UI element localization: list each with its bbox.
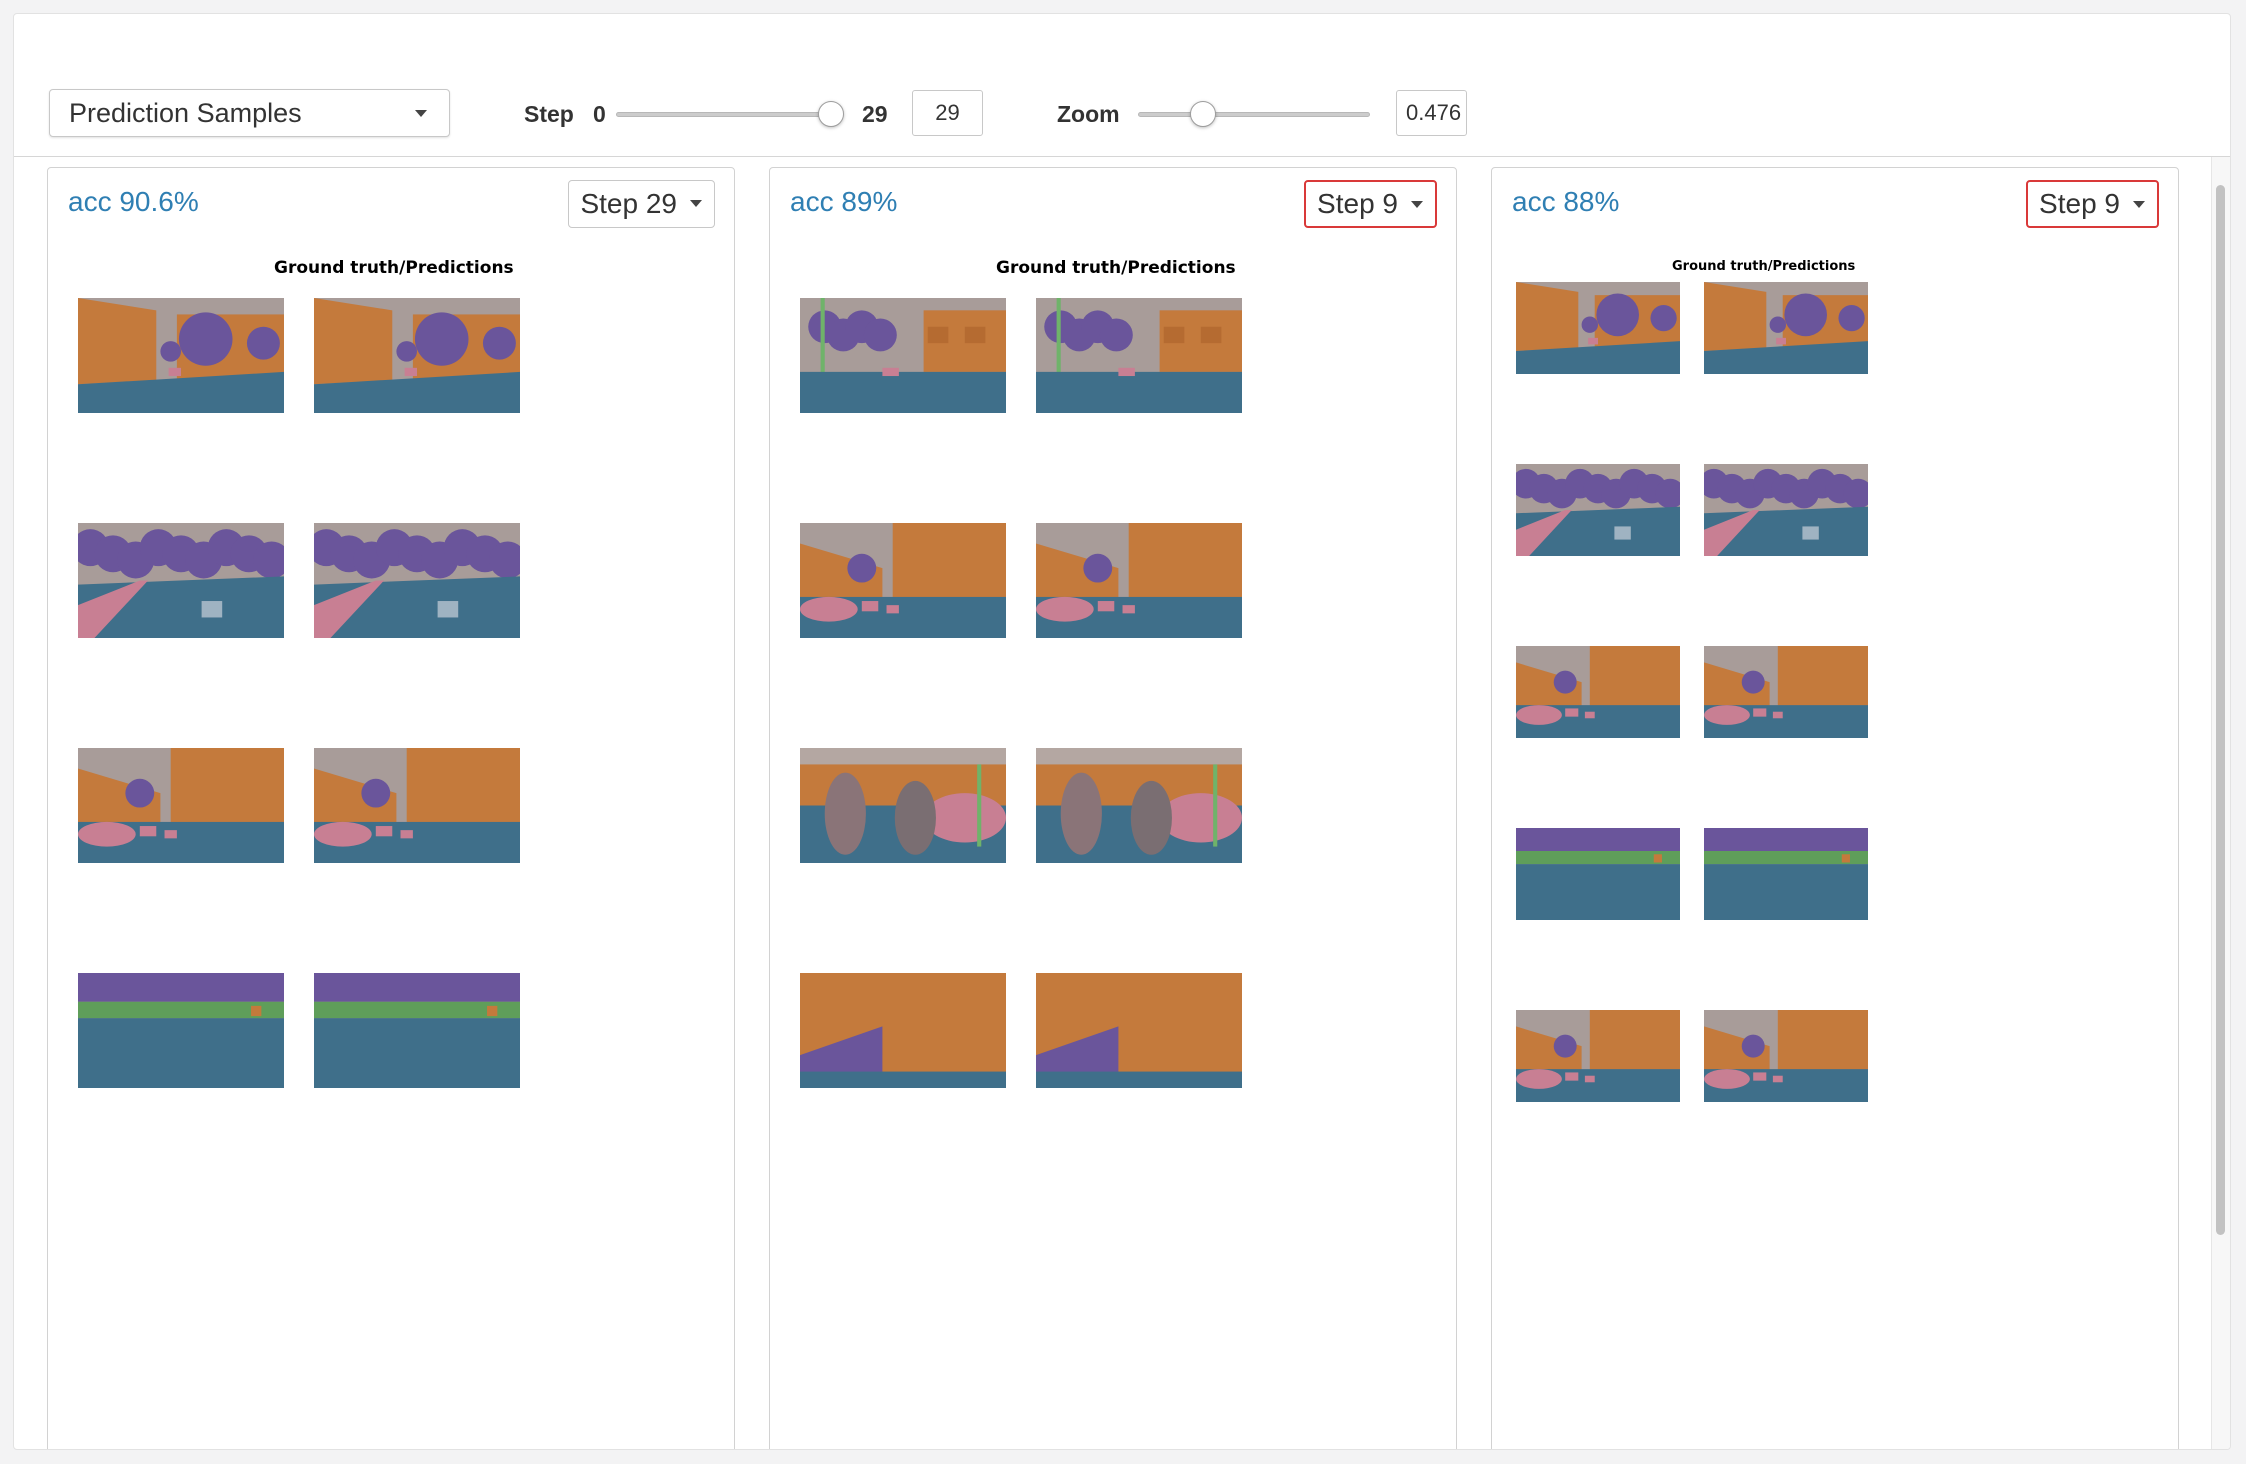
media-toolbar: Prediction Samples Step 0 29 29 Zoom 0.4… xyxy=(14,71,2230,157)
ground-truth-image[interactable] xyxy=(1516,828,1680,920)
media-panel-card: Prediction Samples Step 0 29 29 Zoom 0.4… xyxy=(13,13,2231,1450)
ground-truth-image[interactable] xyxy=(78,298,284,413)
panel-step-value: Step 29 xyxy=(580,188,677,219)
panels-area: acc 90.6% Step 29 Ground truth/Predictio… xyxy=(14,157,2230,1449)
run-panel-2: acc 89% Step 9 Ground truth/Predictions xyxy=(769,167,1457,1449)
prediction-image[interactable] xyxy=(1036,298,1242,413)
ground-truth-image[interactable] xyxy=(1516,464,1680,556)
run-panel-3: acc 88% Step 9 Ground truth/Predictions xyxy=(1491,167,2179,1449)
ground-truth-image[interactable] xyxy=(78,748,284,863)
ground-truth-image[interactable] xyxy=(800,973,1006,1088)
prediction-image[interactable] xyxy=(1704,828,1868,920)
prediction-image[interactable] xyxy=(1704,464,1868,556)
panel-accuracy[interactable]: acc 90.6% xyxy=(68,186,199,218)
prediction-image[interactable] xyxy=(1704,646,1868,738)
ground-truth-image[interactable] xyxy=(800,298,1006,413)
panel-step-value: Step 9 xyxy=(2039,188,2120,219)
step-input[interactable]: 29 xyxy=(912,90,983,136)
zoom-slider-thumb[interactable] xyxy=(1190,101,1216,127)
ground-truth-image[interactable] xyxy=(1516,282,1680,374)
step-slider-track[interactable] xyxy=(616,112,842,117)
ground-truth-image[interactable] xyxy=(78,523,284,638)
panel-step-select[interactable]: Step 29 xyxy=(568,180,715,228)
prediction-image[interactable] xyxy=(1036,523,1242,638)
zoom-slider-track[interactable] xyxy=(1138,112,1370,117)
step-slider-thumb[interactable] xyxy=(818,101,844,127)
ground-truth-image[interactable] xyxy=(1516,646,1680,738)
step-min: 0 xyxy=(593,101,606,127)
prediction-image[interactable] xyxy=(314,973,520,1088)
caret-down-icon xyxy=(690,200,702,207)
figure-title: Ground truth/Predictions xyxy=(996,258,1236,278)
panel-step-value: Step 9 xyxy=(1317,188,1398,219)
caret-down-icon xyxy=(2133,201,2145,208)
step-label: Step xyxy=(524,101,574,127)
step-max: 29 xyxy=(862,101,888,127)
panel-type-value: Prediction Samples xyxy=(69,97,302,128)
figure-title: Ground truth/Predictions xyxy=(1672,259,1856,274)
run-panel-1: acc 90.6% Step 29 Ground truth/Predictio… xyxy=(47,167,735,1449)
prediction-image[interactable] xyxy=(314,748,520,863)
panel-step-select[interactable]: Step 9 xyxy=(2026,180,2159,228)
panel-accuracy[interactable]: acc 89% xyxy=(790,186,897,218)
panel-step-select[interactable]: Step 9 xyxy=(1304,180,1437,228)
ground-truth-image[interactable] xyxy=(800,748,1006,863)
prediction-image[interactable] xyxy=(314,523,520,638)
ground-truth-image[interactable] xyxy=(1516,1010,1680,1102)
prediction-image[interactable] xyxy=(1036,973,1242,1088)
caret-down-icon xyxy=(415,110,427,117)
figure-title: Ground truth/Predictions xyxy=(274,258,514,278)
zoom-label: Zoom xyxy=(1057,101,1120,127)
prediction-image[interactable] xyxy=(1036,748,1242,863)
caret-down-icon xyxy=(1411,201,1423,208)
zoom-input[interactable]: 0.476 xyxy=(1396,90,1467,136)
ground-truth-image[interactable] xyxy=(800,523,1006,638)
ground-truth-image[interactable] xyxy=(78,973,284,1088)
scrollbar-thumb[interactable] xyxy=(2216,185,2225,1235)
vertical-scrollbar[interactable] xyxy=(2211,157,2230,1449)
panel-type-select[interactable]: Prediction Samples xyxy=(49,89,450,137)
prediction-image[interactable] xyxy=(1704,1010,1868,1102)
prediction-image[interactable] xyxy=(1704,282,1868,374)
panel-accuracy[interactable]: acc 88% xyxy=(1512,186,1619,218)
prediction-image[interactable] xyxy=(314,298,520,413)
